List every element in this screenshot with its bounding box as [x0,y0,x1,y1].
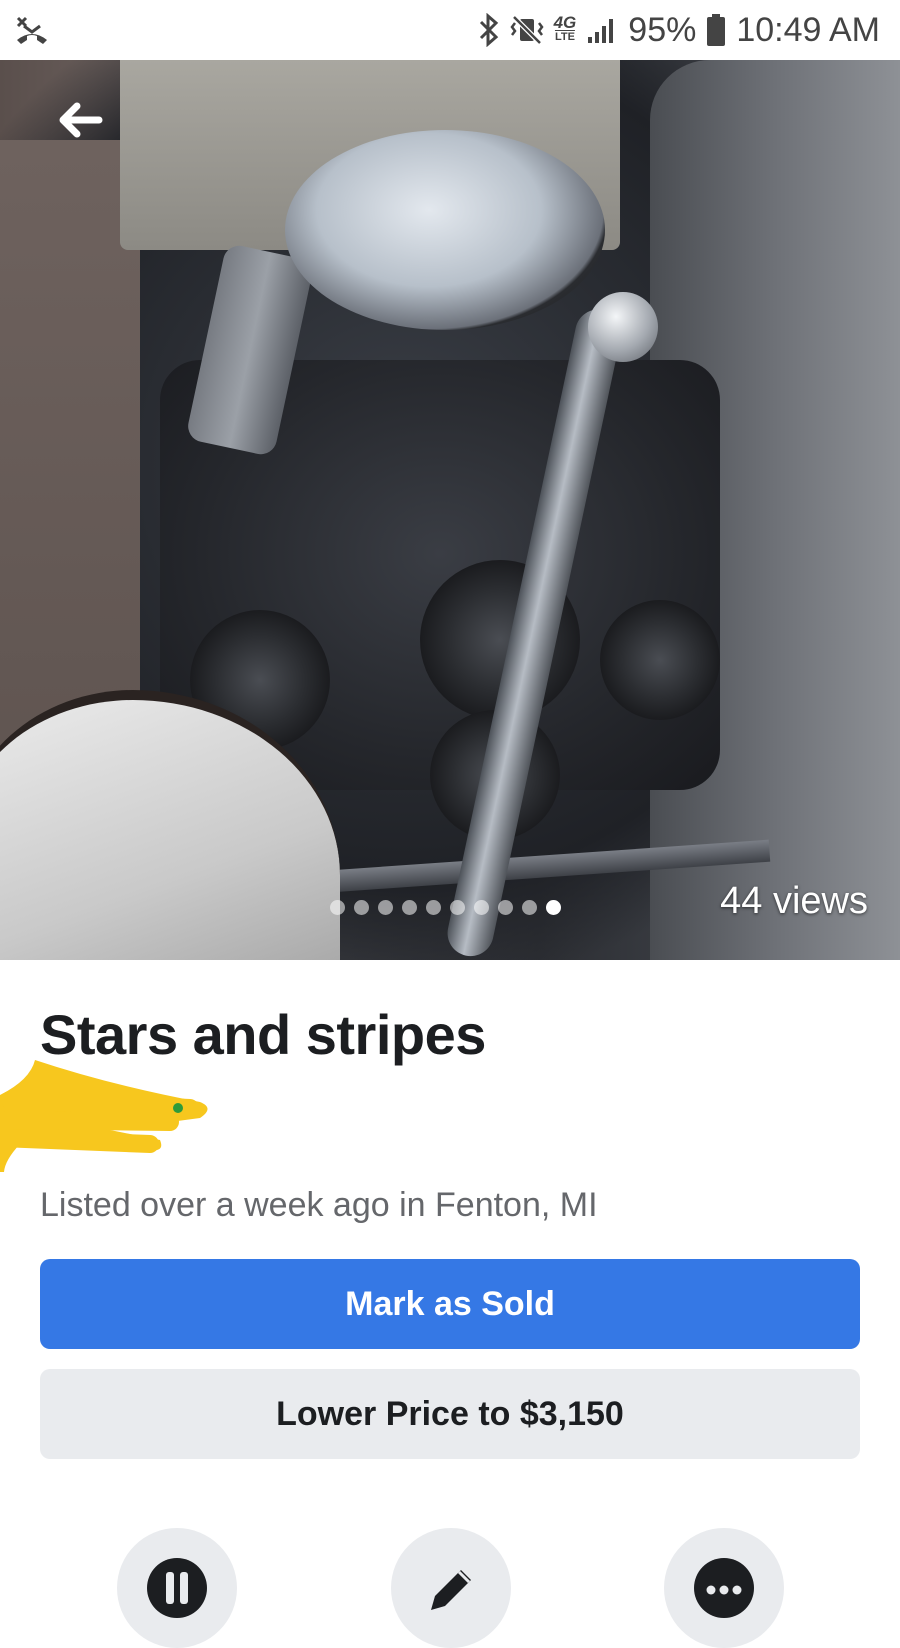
status-indicators: 4G LTE 95% 10:49 AM [478,0,880,60]
mark-as-sold-button[interactable]: Mark as Sold [40,1259,860,1349]
listing-photo[interactable] [0,60,900,960]
listing-meta: Listed over a week ago in Fenton, MI [40,1186,598,1224]
listing-title: Stars and stripes [40,1003,486,1066]
vibrate-mute-icon [510,13,544,47]
photo-tow-pole-ball [588,292,658,362]
photo-pulley [600,600,720,720]
network-type-label: 4G LTE [553,13,577,44]
back-button[interactable] [52,92,108,148]
carousel-dot[interactable] [378,900,393,915]
carousel-dot[interactable] [522,900,537,915]
clock-time: 10:49 AM [736,10,880,49]
view-count: 44 views [720,880,868,922]
edit-pencil-icon [423,1562,479,1648]
photo-air-cleaner [285,130,605,330]
carousel-dot[interactable] [474,900,489,915]
network-type-sub: LTE [554,31,575,43]
battery-icon [706,13,726,47]
carousel-dot[interactable] [402,900,417,915]
back-arrow-icon [59,102,103,138]
more-options-button[interactable] [664,1528,784,1648]
more-options-icon [694,1558,754,1648]
carousel-dot-active[interactable] [546,900,561,915]
photo-carousel-indicator[interactable] [330,900,561,915]
carousel-dot[interactable] [330,900,345,915]
carousel-dot[interactable] [354,900,369,915]
signal-icon [586,15,618,45]
bluetooth-icon [478,13,500,47]
missed-call-icon [14,14,50,46]
network-type-main: 4G [553,13,577,32]
battery-percent: 95% [628,10,697,49]
edit-listing-button[interactable] [391,1528,511,1648]
status-bar: 4G LTE 95% 10:49 AM [0,0,900,60]
carousel-dot[interactable] [498,900,513,915]
pause-icon [147,1558,207,1648]
lower-price-button[interactable]: Lower Price to $3,150 [40,1369,860,1459]
carousel-dot[interactable] [450,900,465,915]
pause-listing-button[interactable] [117,1528,237,1648]
redaction-scribble [0,1060,208,1172]
carousel-dot[interactable] [426,900,441,915]
